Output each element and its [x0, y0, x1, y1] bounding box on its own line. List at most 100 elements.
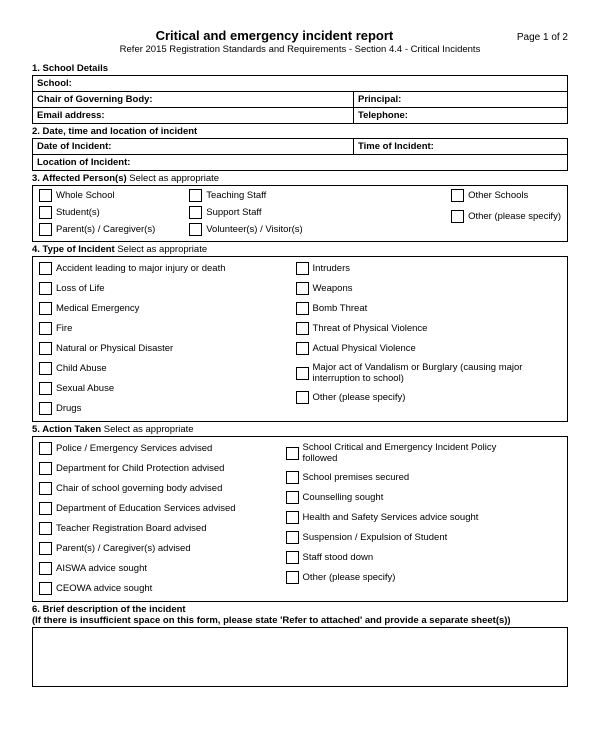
affected-persons-box: Whole School Student(s) Parent(s) / Caregi…	[32, 185, 568, 242]
date-field[interactable]: Date of Incident:	[33, 139, 354, 155]
checkbox[interactable]	[39, 382, 52, 395]
checkbox-item: Department for Child Protection advised	[39, 462, 236, 475]
checkbox-label: Student(s)	[56, 207, 100, 218]
checkbox-label: Staff stood down	[303, 552, 374, 563]
checkbox[interactable]	[39, 189, 52, 202]
checkbox[interactable]	[286, 471, 299, 484]
checkbox-item: Teaching Staff	[189, 189, 302, 202]
checkbox[interactable]	[296, 262, 309, 275]
checkbox-item: Staff stood down	[286, 551, 513, 564]
checkbox[interactable]	[39, 223, 52, 236]
checkbox[interactable]	[39, 302, 52, 315]
checkbox[interactable]	[296, 367, 309, 380]
checkbox-label: Intruders	[313, 263, 351, 274]
checkbox[interactable]	[451, 189, 464, 202]
checkbox-label: CEOWA advice sought	[56, 583, 152, 594]
checkbox-label: Whole School	[56, 190, 115, 201]
checkbox[interactable]	[189, 223, 202, 236]
checkbox[interactable]	[286, 491, 299, 504]
checkbox-item: Other (please specify)	[296, 391, 523, 404]
email-field[interactable]: Email address:	[33, 108, 354, 124]
checkbox-label: Other Schools	[468, 190, 528, 201]
checkbox-item: Student(s)	[39, 206, 155, 219]
section-3-head: 3. Affected Person(s) Select as appropri…	[32, 173, 568, 184]
checkbox[interactable]	[39, 562, 52, 575]
checkbox-label: Suspension / Expulsion of Student	[303, 532, 448, 543]
checkbox[interactable]	[39, 522, 52, 535]
checkbox[interactable]	[39, 482, 52, 495]
section-5-head: 5. Action Taken Select as appropriate	[32, 424, 568, 435]
checkbox-label: Drugs	[56, 403, 81, 414]
checkbox-label: Threat of Physical Violence	[313, 323, 428, 334]
checkbox[interactable]	[39, 542, 52, 555]
type-incident-box: Accident leading to major injury or deat…	[32, 256, 568, 422]
checkbox[interactable]	[296, 391, 309, 404]
checkbox[interactable]	[189, 189, 202, 202]
checkbox-item: School premises secured	[286, 471, 513, 484]
checkbox-item: School Critical and Emergency Incident P…	[286, 442, 513, 464]
checkbox-item: Other (please specify)	[286, 571, 513, 584]
checkbox-label: Support Staff	[206, 207, 261, 218]
checkbox[interactable]	[39, 462, 52, 475]
checkbox[interactable]	[286, 511, 299, 524]
checkbox[interactable]	[286, 571, 299, 584]
checkbox[interactable]	[286, 447, 299, 460]
checkbox[interactable]	[296, 302, 309, 315]
checkbox-label: Major act of Vandalism or Burglary (caus…	[313, 362, 523, 384]
checkbox[interactable]	[39, 582, 52, 595]
checkbox-item: Weapons	[296, 282, 523, 295]
checkbox-item: Support Staff	[189, 206, 302, 219]
checkbox[interactable]	[39, 322, 52, 335]
page-number: Page 1 of 2	[517, 32, 568, 43]
checkbox[interactable]	[39, 502, 52, 515]
checkbox-label: Parent(s) / Caregiver(s) advised	[56, 543, 191, 554]
action-taken-box: Police / Emergency Services advised Depar…	[32, 436, 568, 602]
checkbox-item: Other (please specify)	[451, 210, 561, 223]
checkbox[interactable]	[189, 206, 202, 219]
checkbox-label: Child Abuse	[56, 363, 107, 374]
checkbox-item: Major act of Vandalism or Burglary (caus…	[296, 362, 523, 384]
checkbox-label: Teaching Staff	[206, 190, 266, 201]
checkbox-item: Natural or Physical Disaster	[39, 342, 226, 355]
checkbox-item: Health and Safety Services advice sought	[286, 511, 513, 524]
school-details-table: School: Chair of Governing Body: Princip…	[32, 75, 568, 124]
location-field[interactable]: Location of Incident:	[33, 155, 568, 171]
checkbox-item: Suspension / Expulsion of Student	[286, 531, 513, 544]
chair-field[interactable]: Chair of Governing Body:	[33, 92, 354, 108]
section-4-head: 4. Type of Incident Select as appropriat…	[32, 244, 568, 255]
checkbox[interactable]	[286, 551, 299, 564]
section-2-head: 2. Date, time and location of incident	[32, 126, 568, 137]
checkbox[interactable]	[39, 402, 52, 415]
checkbox[interactable]	[39, 442, 52, 455]
page-title: Critical and emergency incident report	[32, 28, 517, 43]
school-field[interactable]: School:	[33, 76, 568, 92]
checkbox[interactable]	[296, 322, 309, 335]
checkbox[interactable]	[286, 531, 299, 544]
checkbox-label: Volunteer(s) / Visitor(s)	[206, 224, 302, 235]
principal-field[interactable]: Principal:	[354, 92, 568, 108]
checkbox-label: Weapons	[313, 283, 353, 294]
checkbox[interactable]	[451, 210, 464, 223]
checkbox-item: Accident leading to major injury or deat…	[39, 262, 226, 275]
checkbox-item: Drugs	[39, 402, 226, 415]
checkbox[interactable]	[39, 342, 52, 355]
checkbox-label: Police / Emergency Services advised	[56, 443, 212, 454]
checkbox[interactable]	[296, 282, 309, 295]
checkbox-label: Other (please specify)	[468, 211, 561, 222]
checkbox-item: Intruders	[296, 262, 523, 275]
checkbox-label: School Critical and Emergency Incident P…	[303, 442, 513, 464]
checkbox[interactable]	[39, 362, 52, 375]
checkbox-label: Health and Safety Services advice sought	[303, 512, 479, 523]
checkbox-item: Loss of Life	[39, 282, 226, 295]
checkbox[interactable]	[296, 342, 309, 355]
telephone-field[interactable]: Telephone:	[354, 108, 568, 124]
checkbox[interactable]	[39, 262, 52, 275]
time-field[interactable]: Time of Incident:	[354, 139, 568, 155]
checkbox[interactable]	[39, 206, 52, 219]
checkbox-item: Parent(s) / Caregiver(s)	[39, 223, 155, 236]
checkbox-label: AISWA advice sought	[56, 563, 147, 574]
description-box[interactable]	[32, 627, 568, 687]
checkbox[interactable]	[39, 282, 52, 295]
checkbox-item: Medical Emergency	[39, 302, 226, 315]
checkbox-label: Sexual Abuse	[56, 383, 114, 394]
